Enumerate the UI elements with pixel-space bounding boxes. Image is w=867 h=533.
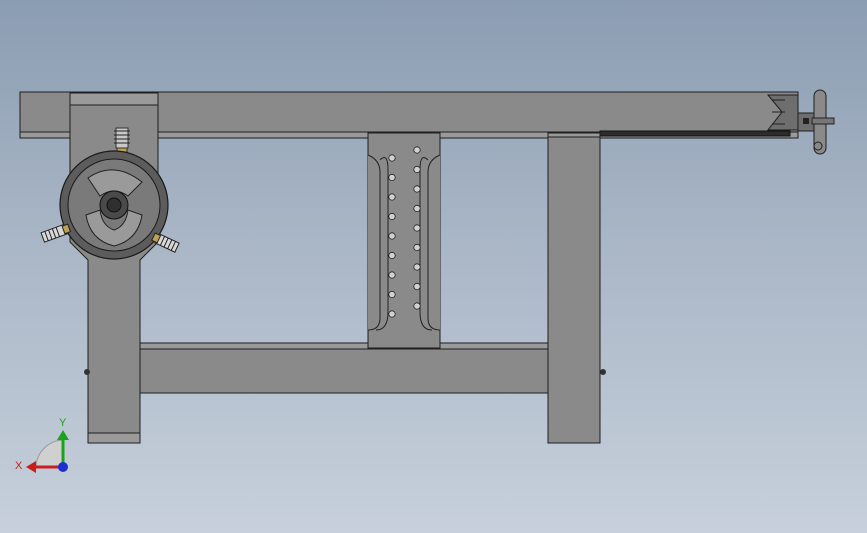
z-axis-dot (58, 462, 68, 472)
right-leg[interactable] (547, 132, 601, 444)
plate-hole (388, 154, 396, 162)
plate-hole (413, 165, 421, 174)
plate-hole (413, 243, 421, 252)
plate-hole (388, 271, 396, 279)
knob-left[interactable] (40, 223, 72, 243)
handwheel-right-icon[interactable] (797, 89, 835, 155)
plate-hole (413, 282, 421, 291)
plate-hole (388, 290, 396, 299)
handwheel-left-icon[interactable] (59, 150, 169, 260)
y-axis-label: Y (59, 417, 67, 429)
plate-hole (413, 146, 421, 154)
plate-hole (388, 193, 396, 201)
x-axis-label: X (15, 460, 23, 472)
plate-hole (388, 173, 396, 182)
plate-hole (388, 310, 396, 318)
plate-hole (413, 263, 421, 271)
plate-hole (413, 204, 421, 213)
cad-viewport[interactable]: Y X (0, 0, 867, 533)
plate-hole (413, 185, 421, 193)
lead-screw[interactable] (599, 130, 791, 137)
knob-right[interactable] (151, 232, 180, 253)
axis-triad: Y X (15, 417, 69, 473)
plate-hole (388, 232, 396, 240)
lower-crossbar[interactable] (139, 342, 606, 394)
perforated-plate[interactable] (367, 132, 441, 349)
assembly-model[interactable]: Y X (0, 0, 867, 533)
plate-hole (388, 212, 396, 221)
plate-hole (413, 302, 421, 310)
plate-hole (388, 251, 396, 260)
spring-top[interactable] (114, 127, 130, 153)
plate-hole (413, 224, 421, 232)
